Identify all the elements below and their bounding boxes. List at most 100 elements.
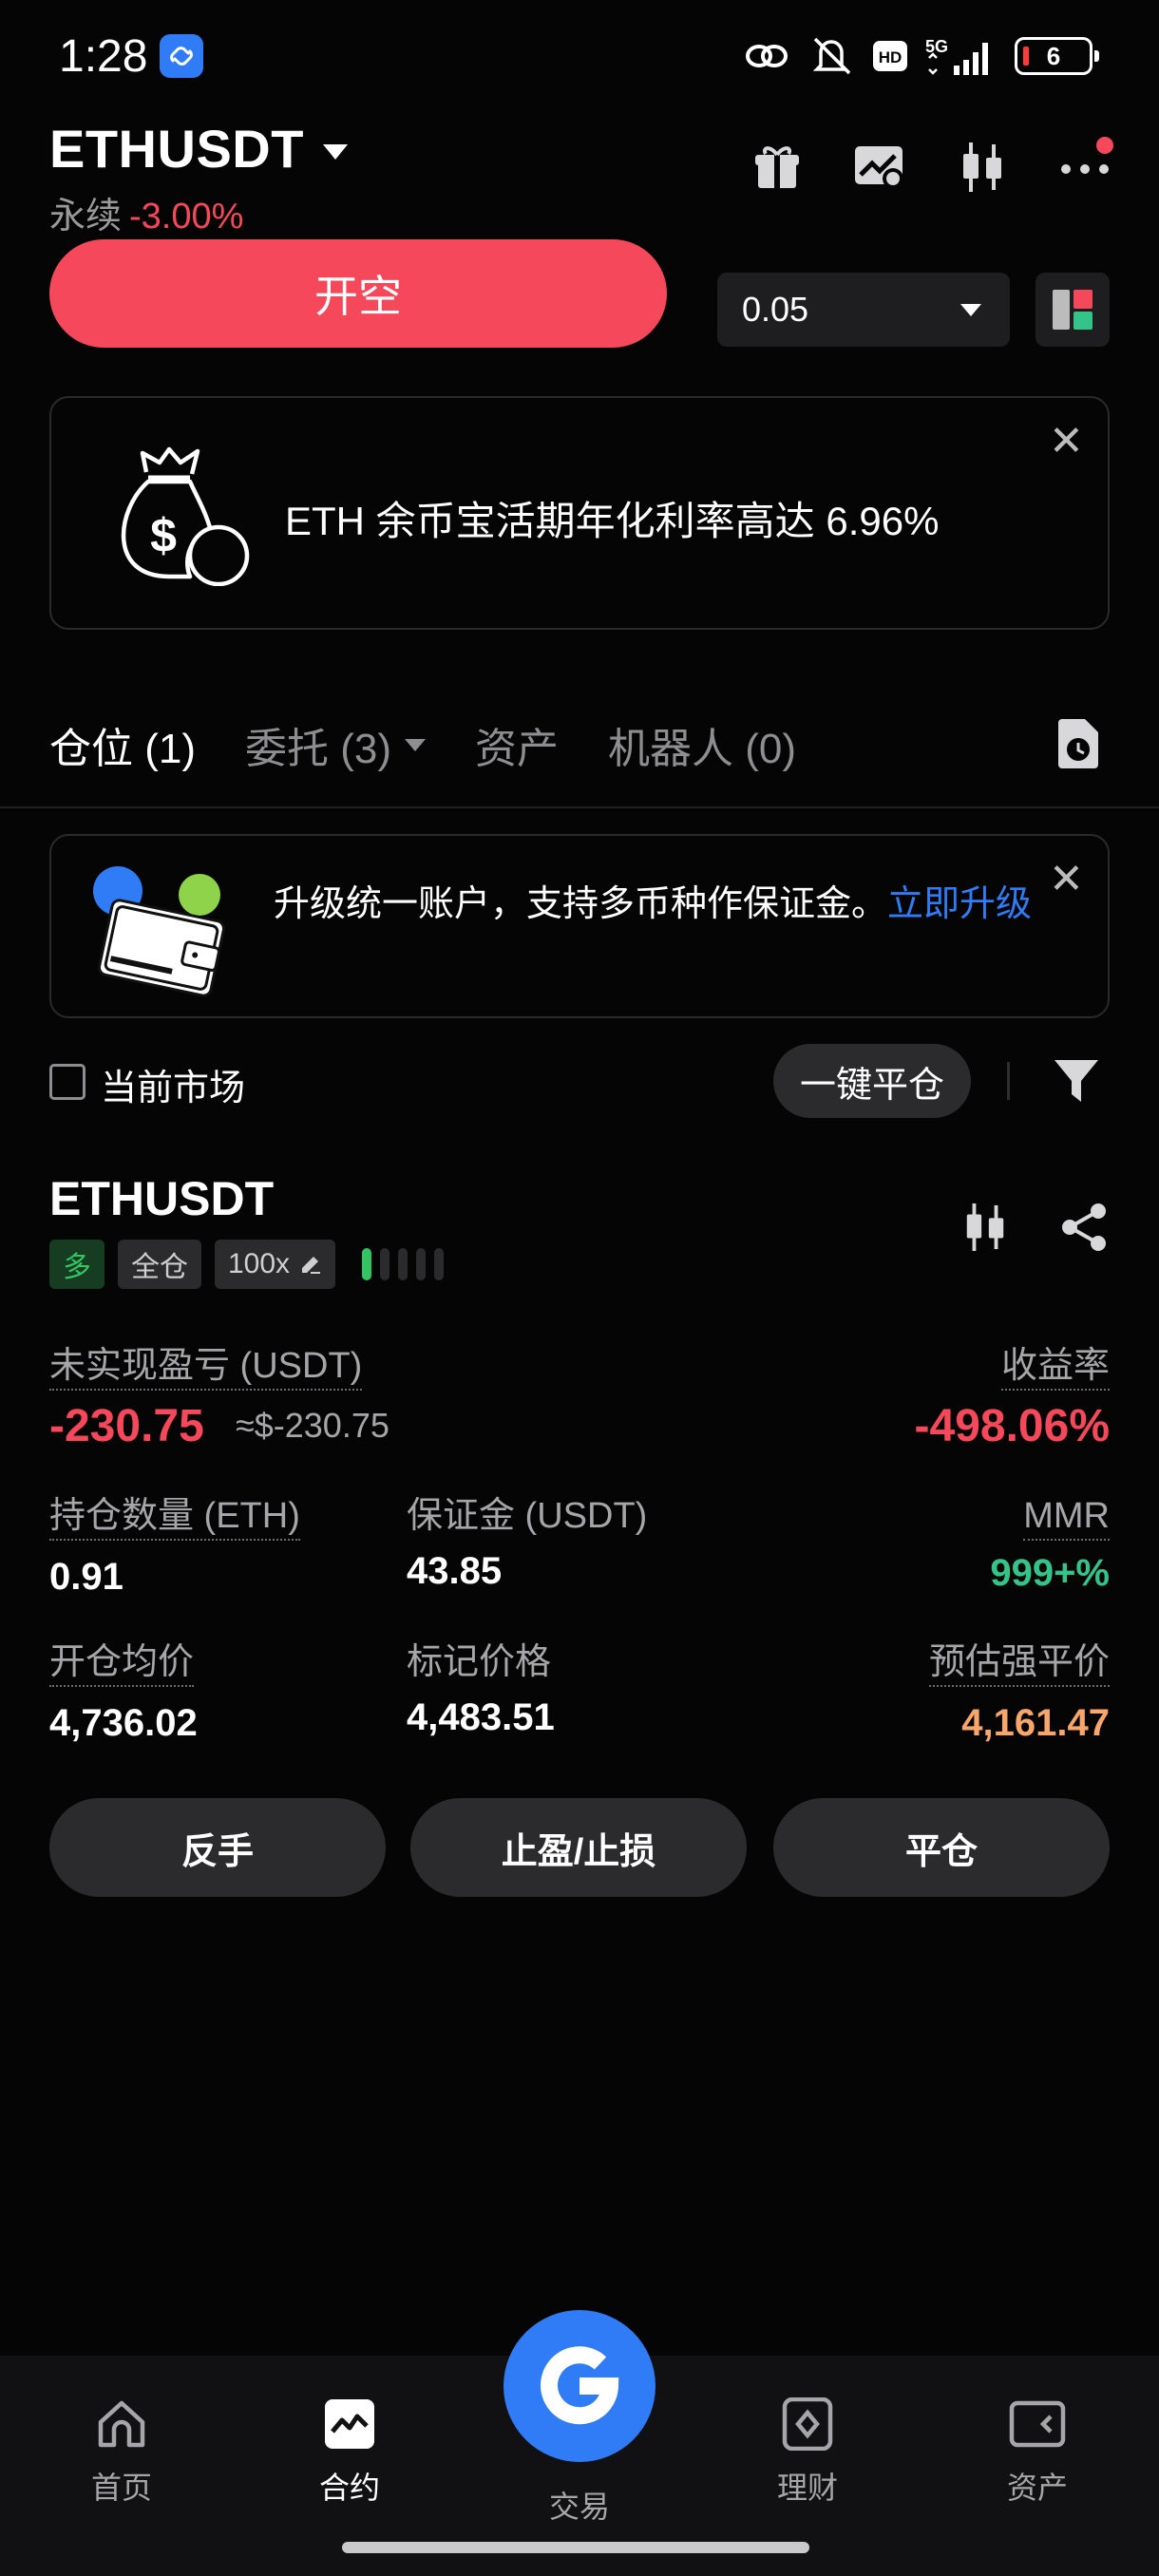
upgrade-text: 升级统一账户，支持多币种作保证金。立即升级 [274, 878, 1072, 931]
more-icon[interactable] [1058, 137, 1113, 194]
tab-label: 资产 [475, 726, 559, 772]
upgrade-now-link[interactable]: 立即升级 [887, 884, 1032, 924]
quantity-value: 0.05 [742, 290, 809, 329]
nav-label: 首页 [90, 2471, 152, 2505]
risk-bar [434, 1248, 445, 1280]
nav-finance[interactable]: 理财 [732, 2397, 884, 2508]
position-symbol: ETHUSDT [49, 1172, 275, 1225]
symbol-selector[interactable]: ETHUSDT [49, 118, 348, 180]
divider [1007, 1062, 1010, 1100]
finance-icon [782, 2397, 833, 2451]
candlestick-icon[interactable] [961, 1202, 1009, 1258]
unrealized-pnl-value: -230.75 [49, 1401, 204, 1451]
svg-text:HD: HD [879, 48, 902, 66]
risk-bar [416, 1248, 427, 1280]
close-icon[interactable]: ✕ [1049, 421, 1084, 463]
current-market-checkbox[interactable] [49, 1064, 86, 1100]
tab-label: 仓位 (1) [49, 726, 196, 772]
svg-text:5G: 5G [925, 37, 948, 56]
margin-value: 43.85 [407, 1550, 503, 1592]
upgrade-banner[interactable]: 升级统一账户，支持多币种作保证金。立即升级 ✕ [49, 834, 1110, 1018]
chevron-down-icon [960, 303, 981, 316]
chevron-down-icon [405, 738, 426, 751]
chevron-down-icon [322, 143, 348, 160]
price-change: -3.00% [129, 197, 244, 237]
roe-value: -498.06% [914, 1401, 1110, 1451]
nav-contract[interactable]: 合约 [274, 2397, 426, 2508]
share-icon[interactable] [1058, 1202, 1110, 1258]
money-bag-icon: $ [106, 444, 253, 591]
risk-bar [398, 1248, 408, 1280]
hd-icon: HD [872, 40, 908, 72]
filter-icon[interactable] [1053, 1056, 1100, 1110]
liq-price-label[interactable]: 预估强平价 [928, 1641, 1110, 1687]
bottom-nav: 首页 合约 交易 理财 资产 [0, 2310, 1159, 2576]
home-icon [98, 2400, 145, 2448]
history-icon[interactable] [1054, 717, 1102, 770]
nav-trade-label: 交易 [548, 2490, 610, 2524]
mmr-value: 999+% [990, 1552, 1110, 1594]
status-time: 1:28 [59, 31, 148, 82]
margin-mode-badge: 全仓 [118, 1240, 201, 1289]
liq-price-value: 4,161.47 [961, 1702, 1110, 1744]
nav-assets[interactable]: 资产 [961, 2397, 1113, 2508]
leverage-value: 100x [228, 1248, 291, 1279]
tab-label: 委托 (3) [245, 726, 391, 772]
mute-bell-icon [808, 35, 855, 77]
roe-label[interactable]: 收益率 [1000, 1345, 1110, 1391]
gift-icon[interactable] [750, 141, 804, 194]
link-app-icon [160, 34, 203, 78]
risk-bar [362, 1248, 372, 1280]
symbol-title: ETHUSDT [49, 119, 304, 179]
layout-toggle-button[interactable] [1036, 273, 1110, 347]
nav-label: 合约 [318, 2471, 380, 2505]
home-indicator[interactable] [342, 2542, 809, 2553]
side-badge: 多 [49, 1240, 104, 1289]
link-icon [743, 37, 790, 75]
margin-label: 保证金 (USDT) [407, 1496, 648, 1536]
entry-price-label[interactable]: 开仓均价 [49, 1641, 195, 1687]
tab-label: 机器人 (0) [608, 726, 796, 772]
unrealized-pnl-label[interactable]: 未实现盈亏 (USDT) [49, 1345, 363, 1391]
battery-icon: 6 [1015, 37, 1099, 75]
close-icon[interactable]: ✕ [1049, 859, 1084, 900]
status-bar: 1:28 HD 5G 6 [0, 0, 1159, 114]
reverse-button[interactable]: 反手 [49, 1798, 386, 1897]
wallet-icon [1009, 2400, 1066, 2448]
contract-icon [325, 2399, 374, 2449]
tab-orders[interactable]: 委托 (3) [245, 714, 426, 775]
entry-price-value: 4,736.02 [49, 1702, 198, 1744]
size-label[interactable]: 持仓数量 (ETH) [49, 1495, 300, 1541]
size-value: 0.91 [49, 1556, 124, 1598]
nav-trade-button[interactable] [504, 2310, 656, 2462]
svg-text:$: $ [150, 509, 177, 562]
close-position-button[interactable]: 平仓 [773, 1798, 1110, 1897]
tpsl-button[interactable]: 止盈/止损 [410, 1798, 747, 1897]
quantity-select[interactable]: 0.05 [717, 273, 1010, 347]
close-all-button[interactable]: 一键平仓 [773, 1044, 971, 1118]
promo-text: ETH 余币宝活期年化利率高达 6.96% [285, 499, 940, 543]
header-actions [750, 137, 1113, 194]
candlestick-icon[interactable] [956, 141, 1009, 194]
leverage-badge[interactable]: 100x [215, 1240, 336, 1289]
position-tabs: 仓位 (1) 委托 (3) 资产 机器人 (0) [49, 714, 796, 775]
risk-bar [380, 1248, 390, 1280]
nav-label: 理财 [776, 2471, 838, 2505]
position-tags: 多 全仓 100x [49, 1240, 445, 1289]
divider [0, 806, 1159, 808]
unrealized-pnl-usd: ≈$-230.75 [236, 1406, 390, 1445]
trade-logo-icon [541, 2346, 619, 2425]
tab-positions[interactable]: 仓位 (1) [49, 714, 196, 775]
nav-label: 资产 [1006, 2471, 1068, 2505]
upgrade-message: 升级统一账户，支持多币种作保证金。 [274, 884, 888, 924]
symbol-subtitle: 永续 -3.00% [49, 186, 243, 238]
chart-settings-icon[interactable] [853, 141, 906, 194]
signal-5g-icon: 5G [925, 35, 998, 77]
edit-icon [302, 1257, 321, 1274]
tab-assets[interactable]: 资产 [475, 714, 559, 775]
open-short-button[interactable]: 开空 [49, 239, 667, 348]
promo-banner[interactable]: $ ETH 余币宝活期年化利率高达 6.96% ✕ [49, 396, 1110, 630]
nav-home[interactable]: 首页 [46, 2397, 198, 2508]
mmr-label[interactable]: MMR [1023, 1495, 1110, 1541]
tab-bots[interactable]: 机器人 (0) [608, 714, 796, 775]
